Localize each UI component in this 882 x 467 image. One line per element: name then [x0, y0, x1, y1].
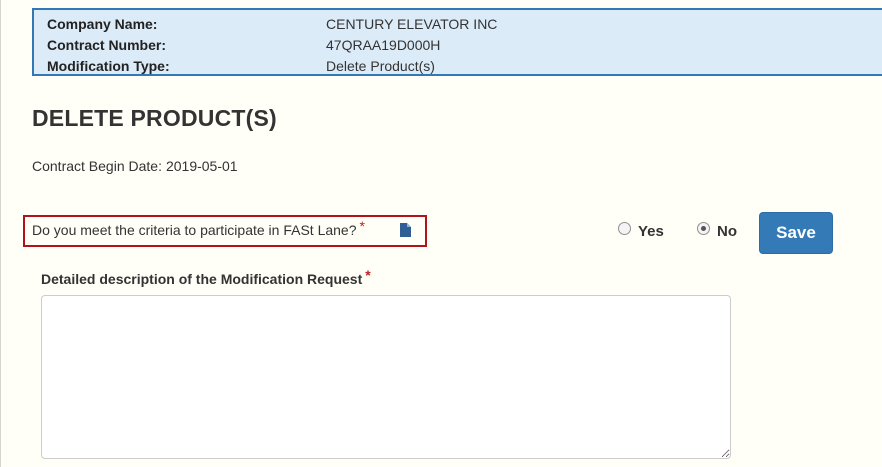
document-icon[interactable]: [400, 223, 411, 237]
modification-description-textarea[interactable]: [41, 295, 731, 459]
begin-date-label: Contract Begin Date:: [32, 158, 162, 174]
fastlane-yes-label[interactable]: Yes: [638, 223, 664, 240]
radio-button-no[interactable]: [697, 222, 710, 235]
modification-type-label: Modification Type:: [47, 58, 170, 74]
radio-button-yes[interactable]: [618, 222, 631, 235]
company-name-value: CENTURY ELEVATOR INC: [326, 16, 498, 32]
description-label: Detailed description of the Modification…: [41, 267, 371, 287]
modification-type-value: Delete Product(s): [326, 58, 435, 74]
begin-date-value: 2019-05-01: [165, 158, 238, 174]
fastlane-question: Do you meet the criteria to participate …: [32, 218, 365, 238]
description-required-marker: *: [365, 267, 371, 283]
save-button[interactable]: Save: [759, 212, 833, 254]
fastlane-question-text: Do you meet the criteria to participate …: [32, 222, 357, 238]
required-marker: *: [359, 218, 365, 234]
contract-begin-date: Contract Begin Date: 2019-05-01: [32, 158, 238, 174]
contract-number-label: Contract Number:: [47, 37, 167, 53]
fastlane-no-label[interactable]: No: [717, 223, 737, 240]
company-name-label: Company Name:: [47, 16, 158, 32]
page-title: DELETE PRODUCT(S): [32, 105, 277, 131]
description-label-text: Detailed description of the Modification…: [41, 271, 363, 287]
page-left-border: [0, 0, 1, 467]
contract-number-value: 47QRAA19D000H: [326, 37, 441, 53]
contract-info-panel: Company Name: CENTURY ELEVATOR INC Contr…: [32, 8, 882, 76]
